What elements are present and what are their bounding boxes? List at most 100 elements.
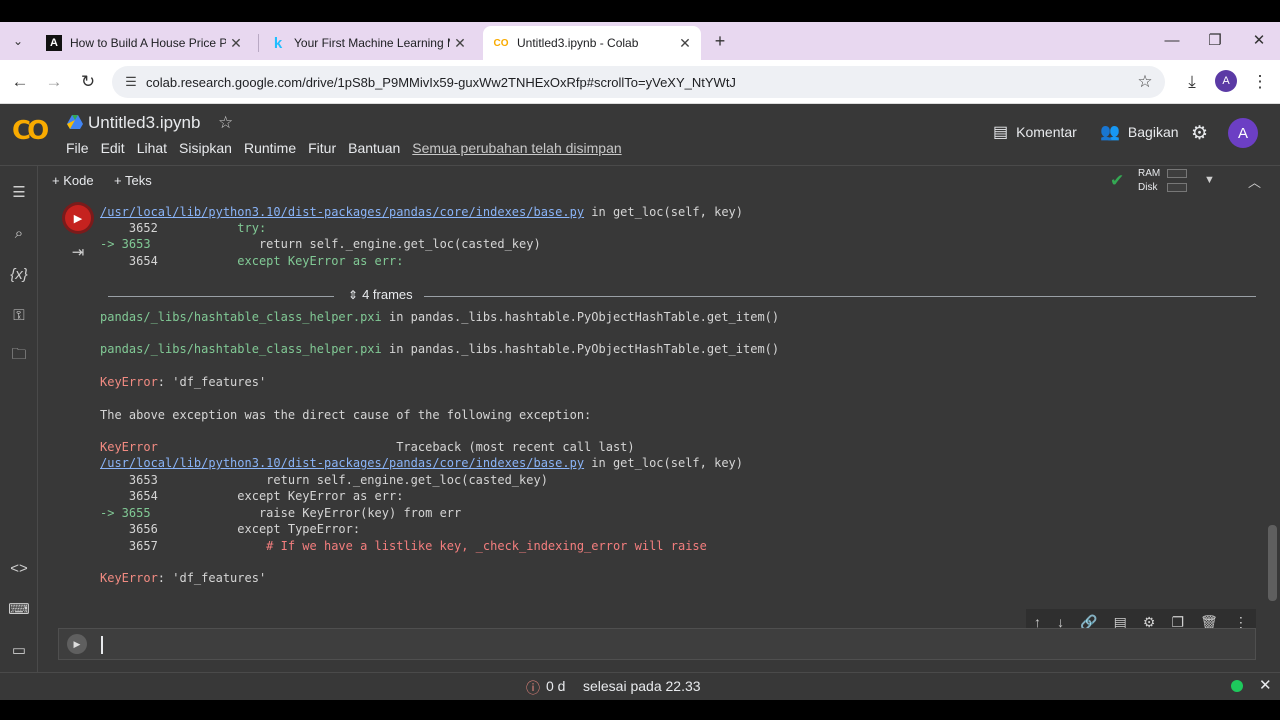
- frame-file: pandas/_libs/hashtable_class_helper.pxi: [100, 342, 382, 356]
- frame-file: pandas/_libs/hashtable_class_helper.pxi: [100, 310, 382, 324]
- secrets-key-icon[interactable]: ⚿: [7, 303, 31, 327]
- line-number: 3654: [100, 489, 158, 503]
- comment-icon: ▤: [993, 124, 1009, 141]
- google-drive-icon: [67, 115, 83, 129]
- vertical-scrollbar[interactable]: [1268, 525, 1277, 601]
- frames-toggle[interactable]: ⇕ 4 frames: [348, 287, 413, 302]
- tab-favicon-icon: CO: [493, 37, 509, 49]
- share-button[interactable]: 👥 Bagikan: [1100, 122, 1179, 142]
- tab-favicon-icon: A: [46, 35, 62, 51]
- site-info-icon[interactable]: ☰: [116, 74, 146, 90]
- runtime-dropdown-icon[interactable]: ▼: [1204, 174, 1215, 186]
- add-text-label: Teks: [124, 173, 152, 188]
- menu-runtime[interactable]: Runtime: [244, 140, 296, 156]
- traceback-2-file-link[interactable]: /usr/local/lib/python3.10/dist-packages/…: [100, 456, 584, 470]
- add-code-label: Kode: [63, 173, 94, 188]
- add-text-button[interactable]: + Teks: [114, 173, 152, 188]
- hashtable-frame: pandas/_libs/hashtable_class_helper.pxi …: [100, 341, 779, 357]
- menu-edit[interactable]: Edit: [101, 140, 125, 156]
- menu-tools[interactable]: Fitur: [308, 140, 336, 156]
- star-icon[interactable]: ☆: [218, 113, 233, 133]
- tab-search-chevron-icon[interactable]: ⌄: [6, 29, 30, 53]
- restore-icon[interactable]: ❐: [1192, 24, 1238, 56]
- save-status[interactable]: Semua perubahan telah disimpan: [412, 140, 621, 156]
- line-number: -> 3653: [100, 237, 151, 251]
- collapsed-frames[interactable]: ⇕ 4 frames: [108, 286, 1256, 306]
- traceback-1-line: 3654 except KeyError as err:: [100, 253, 404, 269]
- elapsed-time[interactable]: 0 d: [546, 678, 565, 694]
- menu-insert[interactable]: Sisipkan: [179, 140, 232, 156]
- traceback-1-file-link[interactable]: /usr/local/lib/python3.10/dist-packages/…: [100, 205, 584, 219]
- url-omnibox[interactable]: ☰ colab.research.google.com/drive/1pS8b_…: [112, 66, 1165, 98]
- minimize-icon[interactable]: —: [1149, 24, 1195, 56]
- notebook-toolbar: + Kode + Teks ✔ RAM Disk ▼ ︿: [38, 166, 1280, 198]
- terminal-icon[interactable]: ▭: [7, 638, 31, 662]
- tab-close-icon[interactable]: ✕: [450, 35, 470, 52]
- traceback-1-location: in get_loc(self, key): [584, 205, 744, 219]
- line-number: 3657: [100, 539, 158, 553]
- browser-menu-icon[interactable]: ⋮: [1246, 68, 1274, 96]
- back-arrow-icon[interactable]: ←: [6, 68, 34, 96]
- error-name: KeyError: [100, 571, 158, 585]
- browser-tab-machine-learning[interactable]: k Your First Machine Learning Mo ✕: [260, 26, 476, 60]
- menu-file[interactable]: File: [66, 140, 89, 156]
- browser-tab-house-price[interactable]: A How to Build A House Price Pre ✕: [36, 26, 252, 60]
- code-snippets-icon[interactable]: <>: [7, 556, 31, 580]
- command-palette-icon[interactable]: ⌨: [7, 597, 31, 621]
- menu-view[interactable]: Lihat: [137, 140, 167, 156]
- close-status-icon[interactable]: ✕: [1259, 676, 1272, 694]
- traceback-2-file: /usr/local/lib/python3.10/dist-packages/…: [100, 455, 743, 471]
- tab-title: Untitled3.ipynb - Colab: [517, 36, 639, 50]
- add-code-button[interactable]: + Kode: [52, 173, 94, 188]
- resource-monitor[interactable]: RAM Disk: [1138, 167, 1160, 195]
- ram-usage-bar: [1167, 169, 1187, 178]
- menu-bar: File Edit Lihat Sisipkan Runtime Fitur B…: [66, 140, 634, 156]
- connected-check-icon: ✔: [1110, 171, 1125, 190]
- traceback-2-line: 3656 except TypeError:: [100, 521, 360, 537]
- menu-help[interactable]: Bantuan: [348, 140, 400, 156]
- reload-icon[interactable]: ↻: [74, 68, 102, 96]
- tab-close-icon[interactable]: ✕: [675, 35, 695, 52]
- line-code: except KeyError as err:: [157, 489, 404, 503]
- empty-code-cell[interactable]: ▶: [58, 628, 1256, 660]
- key-error-line: KeyError: 'df_features': [100, 570, 266, 586]
- run-cell-error-icon[interactable]: ▶: [65, 205, 91, 231]
- cause-message: The above exception was the direct cause…: [100, 408, 592, 422]
- tab-close-icon[interactable]: ✕: [226, 35, 246, 52]
- traceback-2-line: 3657 # If we have a listlike key, _check…: [100, 538, 707, 554]
- collapse-chevron-icon[interactable]: ︿: [1248, 172, 1261, 191]
- browser-tab-colab[interactable]: CO Untitled3.ipynb - Colab ✕: [483, 26, 701, 60]
- table-of-contents-icon[interactable]: ☰: [7, 180, 31, 204]
- output-actions-icon[interactable]: ⇥: [65, 239, 91, 265]
- frames-label: 4 frames: [362, 287, 413, 302]
- notebook-title[interactable]: Untitled3.ipynb: [88, 113, 200, 133]
- line-code: except TypeError:: [157, 522, 361, 536]
- browser-profile-avatar[interactable]: A: [1215, 70, 1237, 92]
- files-folder-icon[interactable]: 🗀: [7, 344, 31, 368]
- new-tab-plus-icon[interactable]: +: [708, 29, 732, 53]
- expand-arrows-icon: ⇕: [348, 287, 359, 302]
- colab-logo[interactable]: CO: [12, 116, 52, 146]
- people-icon: 👥: [1100, 124, 1120, 141]
- error-message: : 'df_features': [157, 375, 267, 389]
- browser-address-bar: ← → ↻ ☰ colab.research.google.com/drive/…: [0, 60, 1280, 104]
- frame-location: in pandas._libs.hashtable.PyObjectHashTa…: [381, 310, 780, 324]
- traceback-label: Traceback (most recent call last): [157, 440, 635, 454]
- run-cell-icon[interactable]: ▶: [67, 634, 87, 654]
- settings-gear-icon[interactable]: ⚙: [1191, 122, 1208, 145]
- line-code: try:: [157, 221, 267, 235]
- key-error-line: KeyError: 'df_features': [100, 374, 266, 390]
- download-icon[interactable]: ⤓: [1178, 68, 1206, 96]
- comment-button[interactable]: ▤ Komentar: [993, 122, 1077, 142]
- left-sidebar: ☰ ⌕ {x} ⚿ 🗀 <> ⌨ ▭: [0, 166, 38, 672]
- tab-title: Your First Machine Learning Mo: [294, 36, 450, 50]
- traceback-2-line: 3653 return self._engine.get_loc(casted_…: [100, 472, 548, 488]
- forward-arrow-icon[interactable]: →: [40, 68, 68, 96]
- bookmark-star-icon[interactable]: ☆: [1131, 72, 1159, 92]
- account-avatar[interactable]: A: [1228, 118, 1258, 148]
- url-text[interactable]: colab.research.google.com/drive/1pS8b_P9…: [146, 75, 1131, 90]
- traceback-1-line: 3652 try:: [100, 220, 266, 236]
- search-icon[interactable]: ⌕: [7, 221, 31, 245]
- close-window-icon[interactable]: ✕: [1236, 24, 1280, 56]
- variables-icon[interactable]: {x}: [7, 262, 31, 286]
